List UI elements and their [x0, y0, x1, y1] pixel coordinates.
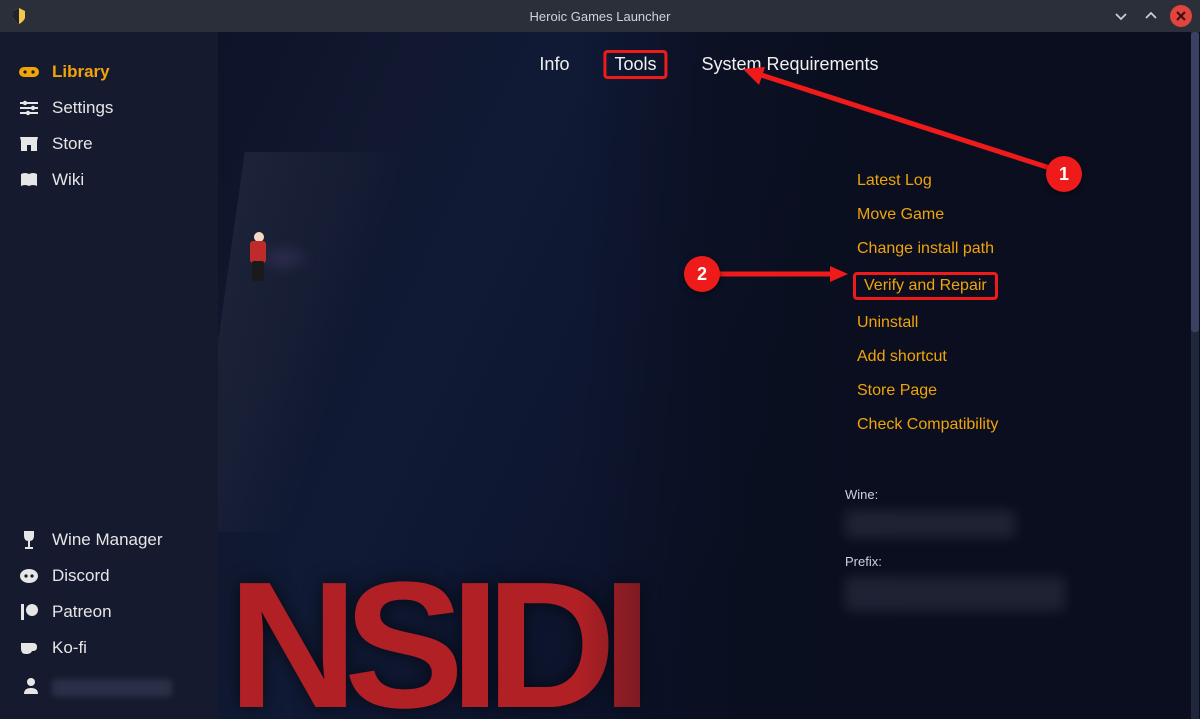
wine-label: Wine:	[845, 487, 1065, 502]
sidebar-item-label: Library	[52, 62, 110, 82]
gamepad-icon	[18, 64, 40, 80]
chevron-down-icon[interactable]	[1110, 5, 1132, 27]
tool-move-game[interactable]: Move Game	[853, 204, 948, 226]
user-icon	[22, 676, 40, 699]
app-icon	[10, 7, 28, 25]
prefix-label: Prefix:	[845, 554, 1065, 569]
artwork-character	[236, 232, 276, 292]
sidebar-item-kofi[interactable]: Ko-fi	[0, 630, 218, 666]
window-title: Heroic Games Launcher	[530, 9, 671, 24]
titlebar: Heroic Games Launcher	[0, 0, 1200, 32]
sidebar-item-label: Store	[52, 134, 93, 154]
tool-store-page[interactable]: Store Page	[853, 380, 941, 402]
scrollbar[interactable]	[1191, 32, 1199, 719]
sidebar-item-label: Discord	[52, 566, 110, 586]
tool-add-shortcut[interactable]: Add shortcut	[853, 346, 951, 368]
tool-change-install-path[interactable]: Change install path	[853, 238, 998, 260]
scrollbar-thumb[interactable]	[1191, 32, 1199, 332]
sliders-icon	[18, 100, 40, 116]
sidebar-item-label: Ko-fi	[52, 638, 87, 658]
sidebar-item-wiki[interactable]: Wiki	[0, 162, 218, 198]
username-redacted	[52, 679, 172, 697]
sidebar: Library Settings Store Wiki	[0, 32, 218, 719]
tool-verify-and-repair[interactable]: Verify and Repair	[853, 272, 998, 300]
sidebar-item-label: Wiki	[52, 170, 84, 190]
wine-value-redacted	[845, 510, 1015, 538]
info-section: Wine: Prefix:	[845, 487, 1065, 627]
tool-check-compatibility[interactable]: Check Compatibility	[853, 414, 1002, 436]
sidebar-item-settings[interactable]: Settings	[0, 90, 218, 126]
sidebar-item-library[interactable]: Library	[0, 54, 218, 90]
tab-tools[interactable]: Tools	[603, 50, 667, 79]
kofi-icon	[18, 640, 40, 656]
sidebar-item-store[interactable]: Store	[0, 126, 218, 162]
discord-icon	[18, 568, 40, 584]
patreon-icon	[18, 603, 40, 621]
store-icon	[18, 135, 40, 153]
tab-info[interactable]: Info	[533, 51, 575, 78]
sidebar-item-label: Wine Manager	[52, 530, 163, 550]
tabs: Info Tools System Requirements	[533, 50, 884, 79]
wine-icon	[18, 530, 40, 550]
sidebar-item-label: Patreon	[52, 602, 112, 622]
window-controls	[1110, 5, 1192, 27]
artwork-title: NSIDI	[228, 542, 638, 719]
book-icon	[18, 172, 40, 188]
sidebar-item-discord[interactable]: Discord	[0, 558, 218, 594]
sidebar-item-label: Settings	[52, 98, 113, 118]
sidebar-item-patreon[interactable]: Patreon	[0, 594, 218, 630]
sidebar-user[interactable]	[6, 670, 212, 705]
tools-menu: Latest Log Move Game Change install path…	[853, 170, 1002, 436]
close-icon[interactable]	[1170, 5, 1192, 27]
content: NSIDI Info Tools System Requirements Lat…	[218, 32, 1200, 719]
prefix-value-redacted	[845, 577, 1065, 611]
tool-uninstall[interactable]: Uninstall	[853, 312, 922, 334]
tab-system-requirements[interactable]: System Requirements	[695, 51, 884, 78]
tool-latest-log[interactable]: Latest Log	[853, 170, 936, 192]
chevron-up-icon[interactable]	[1140, 5, 1162, 27]
sidebar-item-wine-manager[interactable]: Wine Manager	[0, 522, 218, 558]
